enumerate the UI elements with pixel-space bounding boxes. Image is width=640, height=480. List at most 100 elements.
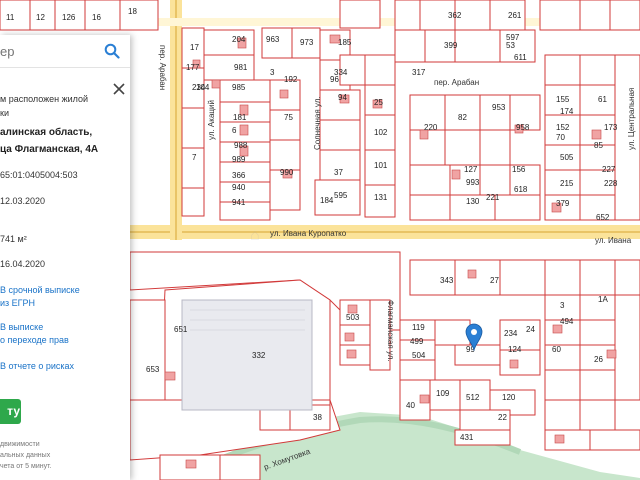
footer-text-3: чета от 5 минут. (0, 463, 52, 470)
parcel-number: 940 (232, 183, 246, 192)
parcel-number: 152 (556, 123, 570, 132)
parcel-number: 494 (560, 317, 574, 326)
parcel-number: 155 (556, 95, 570, 104)
parcel-number: 499 (410, 337, 424, 346)
parcel-number: 990 (280, 168, 294, 177)
parcel-number: 192 (284, 75, 298, 84)
parcel-number: 6 (232, 126, 237, 135)
parcel-number: 334 (334, 68, 348, 77)
parcel-number: 981 (234, 63, 248, 72)
parcel-number: 985 (232, 83, 246, 92)
search-input[interactable] (0, 41, 95, 61)
parcel-number: 1А (598, 295, 608, 304)
close-icon[interactable] (112, 82, 126, 96)
parcel-number: 70 (556, 133, 565, 142)
link-transfer-extract-2[interactable]: о переходе прав (0, 335, 69, 345)
parcel-number: 181 (233, 113, 247, 122)
parcel-number: 953 (492, 103, 506, 112)
street-label-solnechnaya: ул. Акаций (207, 100, 216, 140)
parcel-number: 228 (604, 179, 618, 188)
parcel-number: 185 (338, 38, 352, 47)
parcel-number: 120 (502, 393, 516, 402)
parcel-number: 26 (594, 355, 603, 364)
parcel-number: 94 (338, 93, 347, 102)
parcel-number: 85 (594, 141, 603, 150)
parcel-number: 597 (506, 33, 520, 42)
parcel-number: 653 (146, 365, 160, 374)
street-label-flagmanskaya: Флагманская ул. (386, 300, 395, 362)
street-label-akatsiy: Солнечная ул. (313, 96, 322, 150)
parcel-number: 221 (486, 193, 500, 202)
parcel-number: 12 (36, 13, 45, 22)
parcel-number: 61 (598, 95, 607, 104)
parcel-number: 7 (192, 153, 197, 162)
parcel-number: 25 (374, 98, 383, 107)
parcel-number: 362 (448, 11, 462, 20)
parcel-number: 17 (190, 43, 199, 52)
parcel-number: 941 (232, 198, 246, 207)
parcel-number: 973 (300, 38, 314, 47)
parcel-number: 215 (560, 179, 574, 188)
parcel-number: 174 (560, 107, 574, 116)
parcel-number: 332 (252, 351, 266, 360)
search-icon[interactable] (104, 43, 120, 59)
parcel-number: 75 (284, 113, 293, 122)
parcel-number: 127 (464, 165, 478, 174)
parcel-number: 27 (490, 276, 499, 285)
object-title-line-2: ки (0, 108, 9, 118)
link-urgent-extract[interactable]: В срочной выписке (0, 285, 80, 295)
parcel-number: 130 (466, 197, 480, 206)
order-button[interactable]: ту (0, 399, 21, 424)
parcel-number: 595 (334, 191, 348, 200)
link-risk-report[interactable]: В отчете о рисках (0, 361, 74, 371)
parcel-number: 652 (596, 213, 610, 222)
street-label-araban: пер. Арабан (434, 78, 479, 87)
parcel-number: 40 (406, 401, 415, 410)
parcel-number: 234 (504, 329, 518, 338)
parcel-number: 618 (514, 185, 528, 194)
parcel-number: 611 (514, 53, 527, 62)
link-urgent-extract-2[interactable]: из ЕГРН (0, 298, 35, 308)
parcel-number: 3 (270, 68, 275, 77)
parcel-number: 184 (320, 196, 334, 205)
object-title-line-1: м расположен жилой (0, 94, 89, 104)
parcel-number: 503 (346, 313, 360, 322)
parcel-number: 343 (440, 276, 454, 285)
footer-text-1: движимости (0, 441, 40, 448)
parcel-number: 512 (466, 393, 480, 402)
parcel-number: 53 (506, 41, 515, 50)
svg-text:⌂: ⌂ (250, 227, 260, 244)
parcel-number: 204 (232, 35, 246, 44)
parcel-number: 379 (556, 199, 570, 208)
parcel-number: 505 (560, 153, 574, 162)
parcel-number: 220 (424, 123, 438, 132)
parcel-number: 102 (374, 128, 388, 137)
parcel-number: 317 (412, 68, 426, 77)
area-value: 741 м² (0, 234, 27, 244)
cadastral-number: 65:01:0405004:503 (0, 170, 78, 180)
parcel-number: 109 (436, 389, 450, 398)
footer-text-2: альных данных (0, 452, 51, 459)
parcel-number: 431 (460, 433, 474, 442)
parcel-number: 60 (552, 345, 561, 354)
address-line-2: ца Флагманская, 4А (0, 144, 99, 155)
parcel-number: 156 (512, 165, 526, 174)
link-transfer-extract[interactable]: В выписке (0, 322, 43, 332)
street-label-ivana: ул. Ивана (595, 236, 632, 245)
registration-date: 12.03.2020 (0, 196, 46, 206)
parcel-number: 261 (508, 11, 522, 20)
parcel-number: 16 (92, 13, 101, 22)
parcel-number: 173 (604, 123, 618, 132)
parcel-number: 119 (412, 323, 425, 332)
parcel-number: 366 (232, 171, 246, 180)
parcel-number: 101 (374, 161, 388, 170)
parcel-number: 234 (192, 83, 206, 92)
parcel-number: 11 (6, 13, 15, 22)
street-label-tsentralnaya: ул. Центральная (627, 88, 636, 150)
parcel-number: 131 (374, 193, 388, 202)
address-line-1: алинская область, (0, 127, 93, 138)
parcel-number: 3 (560, 301, 565, 310)
parcel-number: 963 (266, 35, 280, 44)
parcel-number: 988 (234, 141, 248, 150)
parcel-number: 126 (62, 13, 76, 22)
